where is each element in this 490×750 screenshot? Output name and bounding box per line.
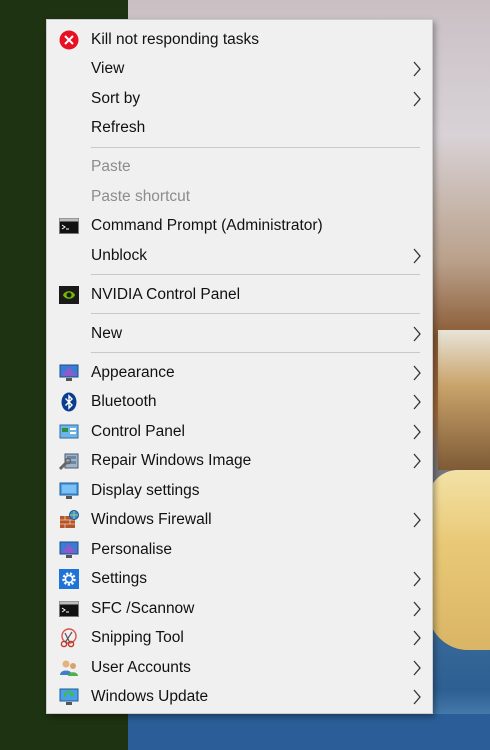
menu-item-label: Refresh (91, 119, 146, 136)
menu-item-label: Windows Firewall (91, 511, 212, 528)
menu-item-label: Personalise (91, 541, 172, 558)
menu-item-display-settings[interactable]: Display settings (47, 476, 432, 506)
menu-item-personalise[interactable]: Personalise (47, 535, 432, 565)
menu-item-snipping-tool[interactable]: Snipping Tool (47, 623, 432, 653)
submenu-chevron-icon (412, 689, 422, 705)
menu-item-label: Windows Update (91, 688, 209, 705)
submenu-chevron-icon (412, 512, 422, 528)
menu-item-label: User Accounts (91, 659, 191, 676)
menu-item-label: New (91, 325, 123, 342)
menu-item-settings[interactable]: Settings (47, 564, 432, 594)
menu-item-unblock[interactable]: Unblock (47, 241, 432, 271)
menu-item-paste: Paste (47, 152, 432, 182)
menu-item-repair-windows-image[interactable]: Repair Windows Image (47, 446, 432, 476)
control-panel-icon (59, 422, 79, 442)
menu-item-label: Display settings (91, 482, 200, 499)
menu-item-label: Settings (91, 570, 148, 587)
menu-item-paste-shortcut: Paste shortcut (47, 182, 432, 212)
menu-item-view[interactable]: View (47, 54, 432, 84)
firewall-icon (59, 510, 79, 530)
menu-item-label: Unblock (91, 247, 147, 264)
user-accounts-icon (59, 658, 79, 678)
wallpaper-bottom (128, 714, 490, 750)
menu-item-bluetooth[interactable]: Bluetooth (47, 387, 432, 417)
nvidia-icon (59, 285, 79, 305)
appearance-icon (59, 363, 79, 383)
menu-item-label: SFC /Scannow (91, 600, 195, 617)
menu-item-user-accounts[interactable]: User Accounts (47, 653, 432, 683)
personalise-icon (59, 540, 79, 560)
submenu-chevron-icon (412, 394, 422, 410)
submenu-chevron-icon (412, 61, 422, 77)
menu-item-label: View (91, 60, 125, 77)
menu-item-label: Paste shortcut (91, 188, 191, 205)
menu-item-refresh[interactable]: Refresh (47, 113, 432, 143)
menu-item-kill-not-responding-tasks[interactable]: Kill not responding tasks (47, 25, 432, 55)
command-prompt-icon (59, 216, 79, 236)
submenu-chevron-icon (412, 424, 422, 440)
menu-item-label: Sort by (91, 90, 141, 107)
submenu-chevron-icon (412, 571, 422, 587)
settings-gear-icon (59, 569, 79, 589)
snipping-tool-icon (59, 628, 79, 648)
submenu-chevron-icon (412, 326, 422, 342)
menu-item-command-prompt-admin[interactable]: Command Prompt (Administrator) (47, 211, 432, 241)
menu-item-label: Repair Windows Image (91, 452, 252, 469)
menu-item-label: Snipping Tool (91, 629, 184, 646)
menu-item-label: Paste (91, 158, 131, 175)
submenu-chevron-icon (412, 660, 422, 676)
kill-tasks-icon (59, 30, 79, 50)
submenu-chevron-icon (412, 601, 422, 617)
menu-item-label: Command Prompt (Administrator) (91, 217, 323, 234)
menu-item-label: Control Panel (91, 423, 185, 440)
submenu-chevron-icon (412, 248, 422, 264)
menu-item-sort-by[interactable]: Sort by (47, 84, 432, 114)
menu-item-windows-firewall[interactable]: Windows Firewall (47, 505, 432, 535)
menu-item-nvidia-control-panel[interactable]: NVIDIA Control Panel (47, 280, 432, 310)
menu-item-label: Bluetooth (91, 393, 157, 410)
submenu-chevron-icon (412, 453, 422, 469)
submenu-chevron-icon (412, 365, 422, 381)
menu-separator (91, 274, 420, 275)
menu-item-appearance[interactable]: Appearance (47, 358, 432, 388)
menu-item-sfc-scannow[interactable]: SFC /Scannow (47, 594, 432, 624)
menu-separator (91, 147, 420, 148)
menu-separator (91, 313, 420, 314)
sfc-terminal-icon (59, 599, 79, 619)
menu-separator (91, 352, 420, 353)
windows-update-icon (59, 687, 79, 707)
menu-item-windows-update[interactable]: Windows Update (47, 682, 432, 712)
menu-item-control-panel[interactable]: Control Panel (47, 417, 432, 447)
display-settings-icon (59, 481, 79, 501)
repair-image-icon (59, 451, 79, 471)
menu-item-new[interactable]: New (47, 319, 432, 349)
submenu-chevron-icon (412, 630, 422, 646)
menu-item-label: Appearance (91, 364, 175, 381)
submenu-chevron-icon (412, 91, 422, 107)
bluetooth-icon (59, 392, 79, 412)
menu-item-label: NVIDIA Control Panel (91, 286, 241, 303)
menu-item-label: Kill not responding tasks (91, 31, 260, 48)
desktop-context-menu: Kill not responding tasks View Sort by R… (46, 19, 433, 714)
